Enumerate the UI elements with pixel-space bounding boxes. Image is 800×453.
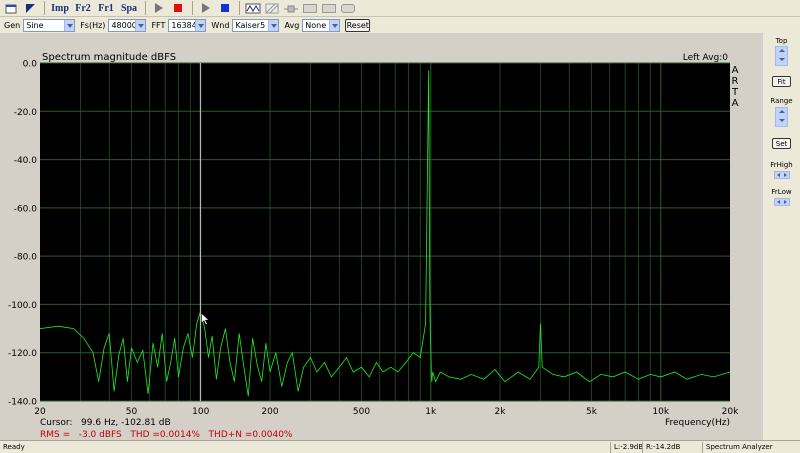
- sample-rate-select[interactable]: 48000: [108, 18, 147, 32]
- play-icon[interactable]: [150, 1, 168, 16]
- averaging-select[interactable]: None: [302, 18, 341, 32]
- status-mode: Spectrum Analyzer: [702, 441, 800, 453]
- averaging-value: None: [305, 20, 327, 30]
- x-tick-label: 50: [126, 407, 138, 417]
- fr1-button[interactable]: Fr1: [95, 1, 117, 16]
- chevron-up-icon[interactable]: [776, 108, 787, 117]
- right-control-panel: Top Fit Range Set FrHigh FrLow: [763, 33, 800, 440]
- generator-select[interactable]: Sine: [23, 18, 76, 32]
- rms-thd-readout: RMS = -3.0 dBFS THD =0.0014% THD+N =0.00…: [40, 430, 293, 440]
- frlow-label: FrLow: [771, 188, 792, 196]
- play-icon[interactable]: [197, 1, 215, 16]
- x-tick-label: 1k: [425, 407, 437, 417]
- status-bar: Ready L:-2.9dB R:-14.2dB Spectrum Analyz…: [0, 440, 800, 453]
- brand-letter: R: [732, 76, 739, 87]
- fit-button[interactable]: Fit: [772, 76, 791, 87]
- chevron-down-icon[interactable]: [64, 19, 75, 31]
- toolbar-separator: [192, 1, 193, 15]
- top-spinner[interactable]: [775, 46, 788, 66]
- set-button[interactable]: Set: [772, 138, 791, 149]
- chevron-down-icon[interactable]: [329, 19, 340, 31]
- top-label: Top: [775, 37, 788, 45]
- y-tick-label: -20.0: [14, 108, 38, 118]
- chevron-right-icon[interactable]: [782, 172, 789, 178]
- stop-icon[interactable]: [216, 1, 234, 16]
- brand-letter: A: [732, 65, 739, 76]
- chevron-left-icon[interactable]: [775, 172, 782, 178]
- frhigh-label: FrHigh: [770, 161, 793, 169]
- y-tick-label: -80.0: [14, 253, 38, 263]
- fr2-button[interactable]: Fr2: [72, 1, 94, 16]
- spa-button[interactable]: Spa: [118, 1, 140, 16]
- status-left-level: L:-2.9dB: [610, 441, 643, 453]
- x-tick-label: 500: [353, 407, 370, 417]
- window-select[interactable]: Kaiser5: [232, 18, 280, 32]
- y-tick-label: -140.0: [8, 398, 37, 408]
- record-stop-icon[interactable]: [169, 1, 187, 16]
- x-tick-label: 5k: [586, 407, 598, 417]
- x-tick-label: 20: [34, 407, 46, 417]
- meter-icon[interactable]: [301, 1, 319, 16]
- x-tick-label: 10k: [652, 407, 669, 417]
- cursor-readout: Cursor: 99.6 Hz, -102.81 dB: [40, 418, 171, 428]
- toolbar-separator: [239, 1, 240, 15]
- chevron-down-icon[interactable]: [776, 56, 787, 65]
- window-value: Kaiser5: [235, 20, 266, 30]
- x-tick-label: 200: [261, 407, 278, 417]
- chevron-left-icon[interactable]: [775, 199, 782, 205]
- chevron-down-icon[interactable]: [135, 19, 146, 31]
- y-tick-label: -120.0: [8, 349, 37, 359]
- y-tick-label: 0.0: [23, 60, 38, 70]
- range-label: Range: [770, 97, 793, 105]
- status-right-level: R:-14.2dB: [642, 441, 702, 453]
- spectrum-plot-panel: 0.0 -20.0 -40.0 -60.0 -80.0 -100.0 -120.0 -140.…: [0, 33, 763, 440]
- y-tick-label: -40.0: [14, 156, 38, 166]
- device-icon[interactable]: [339, 1, 357, 16]
- x-axis-label: Frequency(Hz): [665, 418, 730, 428]
- chevron-up-icon[interactable]: [776, 47, 787, 56]
- y-tick-label: -100.0: [8, 301, 37, 311]
- imp-button[interactable]: Imp: [49, 1, 71, 16]
- brand-letter: T: [731, 87, 739, 98]
- chevron-down-icon[interactable]: [776, 117, 787, 126]
- channel-info: Left Avg:0: [683, 53, 728, 63]
- status-ready: Ready: [3, 443, 25, 451]
- x-tick-label: 2k: [495, 407, 507, 417]
- fs-label: Fs(Hz): [80, 20, 106, 30]
- fft-label: FFT: [151, 20, 166, 30]
- connector-icon[interactable]: [282, 1, 300, 16]
- toolbar-separator: [145, 1, 146, 15]
- generator-value: Sine: [26, 20, 44, 30]
- gen-label: Gen: [4, 20, 21, 30]
- chevron-right-icon[interactable]: [782, 199, 789, 205]
- frhigh-spinner[interactable]: [774, 171, 790, 179]
- main-toolbar: Imp Fr2 Fr1 Spa: [0, 0, 800, 17]
- fft-size-select[interactable]: 16384: [168, 18, 207, 32]
- brand-letter: A: [732, 98, 739, 109]
- sample-rate-value: 48000: [111, 20, 137, 30]
- x-tick-label: 20k: [722, 407, 739, 417]
- arrow-icon[interactable]: [21, 1, 39, 16]
- avg-label: Avg: [284, 20, 300, 30]
- fft-size-value: 16384: [171, 20, 197, 30]
- y-tick-label: -60.0: [14, 204, 38, 214]
- chevron-down-icon[interactable]: [195, 19, 206, 31]
- frlow-spinner[interactable]: [774, 198, 790, 206]
- plot-title: Spectrum magnitude dBFS: [42, 52, 176, 63]
- x-tick-label: 100: [192, 407, 209, 417]
- hatch-icon[interactable]: [263, 1, 281, 16]
- settings-toolbar: Gen Sine Fs(Hz) 48000 FFT 16384 Wnd Kais…: [0, 17, 763, 33]
- plot-area[interactable]: [40, 63, 730, 401]
- generator-icon[interactable]: [244, 1, 262, 16]
- reset-button[interactable]: Reset: [345, 18, 371, 32]
- window-label: Wnd: [211, 20, 230, 30]
- toolbar-separator: [44, 1, 45, 15]
- spectrum-chart[interactable]: 0.0 -20.0 -40.0 -60.0 -80.0 -100.0 -120.0 -140.…: [0, 33, 763, 440]
- scope-icon[interactable]: [320, 1, 338, 16]
- range-spinner[interactable]: [775, 107, 788, 127]
- chevron-down-icon[interactable]: [268, 19, 279, 31]
- open-icon[interactable]: [2, 1, 20, 16]
